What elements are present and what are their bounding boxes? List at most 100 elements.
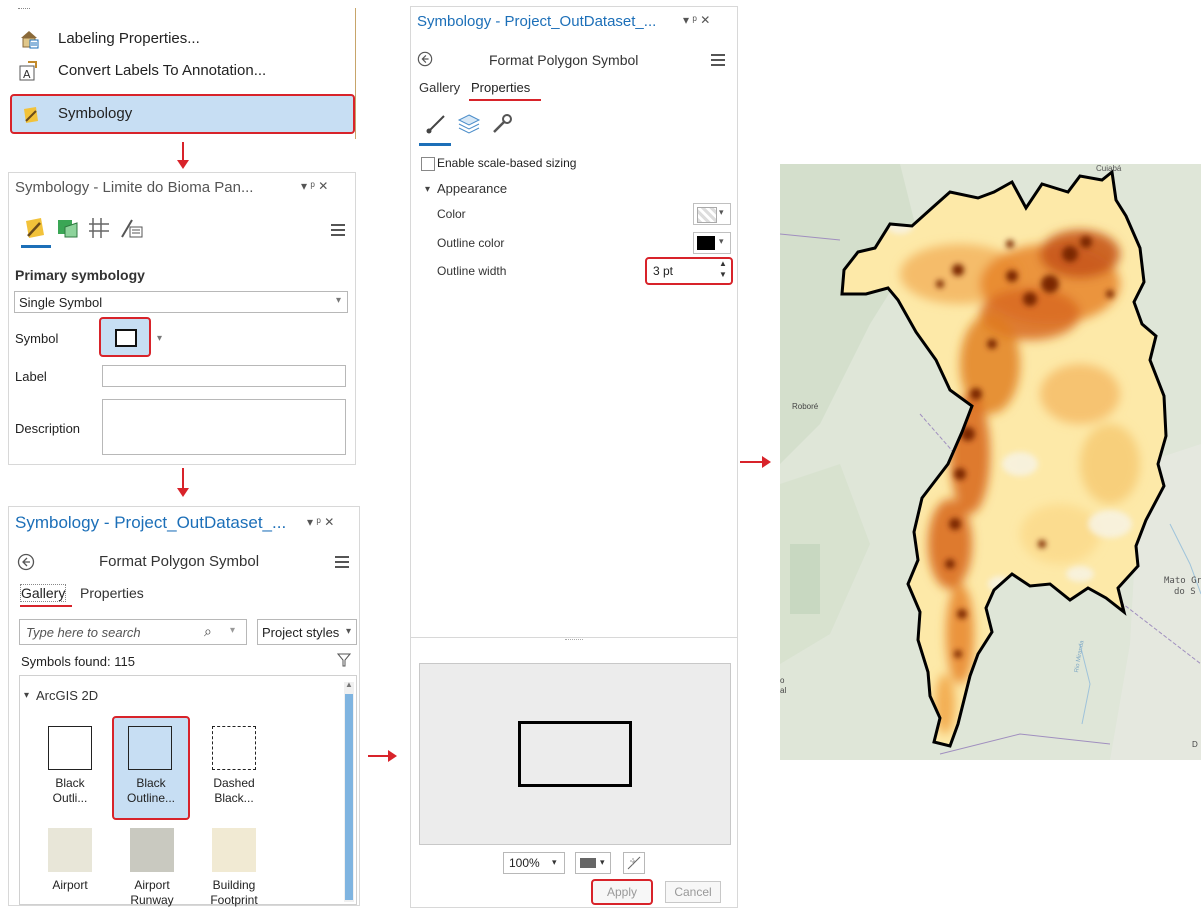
- outline-color-picker[interactable]: ▾: [693, 232, 731, 254]
- symbol-item[interactable]: Dashed Black...: [198, 724, 278, 814]
- primary-symbology-tab-icon[interactable]: [23, 215, 49, 241]
- pane-title: Symbology - Limite do Bioma Pan...: [15, 179, 254, 196]
- label-class-icon[interactable]: [87, 215, 113, 241]
- cancel-button-label: Cancel: [674, 885, 712, 899]
- toggle-grid-button[interactable]: [623, 852, 645, 874]
- flow-arrow-4: [740, 461, 764, 463]
- pane-title: Symbology - Project_OutDataset_...: [417, 13, 657, 30]
- hamburger-menu-icon[interactable]: [331, 221, 345, 239]
- color-picker[interactable]: ▾: [693, 203, 731, 225]
- terrain-patch: [790, 544, 820, 614]
- symbology-brush-icon: [24, 107, 38, 123]
- tab-properties[interactable]: Properties: [80, 585, 144, 601]
- chevron-down-icon[interactable]: ▾: [157, 333, 162, 344]
- symbol-item[interactable]: Building Footprint: [198, 826, 278, 907]
- edge-label: al: [780, 686, 787, 695]
- map-canvas: [780, 164, 1201, 760]
- symbol-item[interactable]: Airport Runway: [116, 826, 196, 907]
- renderer-dropdown[interactable]: Single Symbol ▾: [14, 291, 348, 313]
- chevron-down-icon: ▾: [719, 236, 724, 246]
- hamburger-menu-icon[interactable]: [711, 51, 725, 69]
- context-menu-item-symbology[interactable]: Symbology: [10, 94, 355, 134]
- symbol-preview: [130, 828, 174, 872]
- tab-properties-underline: [469, 99, 541, 101]
- symbol-label: Footprint: [210, 893, 258, 907]
- renderer-dropdown-value: Single Symbol: [19, 295, 103, 310]
- back-arrow-icon[interactable]: [417, 51, 433, 67]
- tab-properties[interactable]: Properties: [471, 80, 530, 95]
- labeling-properties-icon: [21, 31, 39, 49]
- zoom-dropdown[interactable]: 100% ▾: [503, 852, 565, 874]
- legend-icon[interactable]: [119, 215, 145, 241]
- context-menu-item-label: Convert Labels To Annotation...: [58, 62, 267, 79]
- description-field-label: Description: [15, 421, 81, 436]
- pane-title-controls[interactable]: ▾ ᵖ ✕: [307, 515, 334, 529]
- chevron-down-icon[interactable]: ▾: [425, 184, 430, 195]
- context-menu-item-labeling[interactable]: Labeling Properties...: [8, 24, 348, 54]
- color-label: Color: [437, 207, 466, 221]
- layers-icon[interactable]: [457, 113, 481, 135]
- flow-arrow-1-head: [177, 160, 189, 169]
- cancel-button[interactable]: Cancel: [665, 881, 721, 903]
- scroll-up-icon[interactable]: ▲: [345, 680, 353, 689]
- context-menu-item-label: Symbology: [58, 105, 133, 122]
- symbol-item[interactable]: Airport: [34, 826, 114, 906]
- search-placeholder: Type here to search: [26, 625, 141, 640]
- enable-scale-checkbox[interactable]: [421, 157, 435, 171]
- symbol-label: Black: [55, 776, 85, 790]
- tab-gallery[interactable]: Gallery: [419, 80, 460, 95]
- edge-label: D: [1192, 740, 1198, 749]
- tab-gallery[interactable]: Gallery: [19, 584, 67, 602]
- paintbrush-icon[interactable]: [425, 113, 447, 135]
- apply-button[interactable]: Apply: [591, 879, 653, 905]
- symbol-label: Black: [136, 776, 166, 790]
- symbol-item[interactable]: Black Outli...: [34, 724, 114, 814]
- splitter[interactable]: [411, 637, 737, 638]
- label-input[interactable]: [102, 365, 346, 387]
- hamburger-menu-icon[interactable]: [335, 553, 349, 571]
- gallery-scrollbar[interactable]: ▲: [344, 680, 354, 902]
- description-input[interactable]: [102, 399, 346, 455]
- spinner-icon[interactable]: ▲ ▼: [719, 258, 727, 280]
- map-view[interactable]: Cuiabá Roboré Mato Gr do S Rio Miranda o…: [780, 164, 1201, 760]
- scrollbar-thumb[interactable]: [345, 694, 353, 900]
- active-tab-underline: [419, 143, 451, 146]
- context-menu-top-mark: [18, 8, 30, 12]
- symbol-preview: [128, 726, 172, 770]
- styles-dropdown[interactable]: Project styles ▾: [257, 619, 357, 645]
- label-field-label: Label: [15, 369, 47, 384]
- background-swatch: [580, 858, 596, 868]
- symbol-preview-area: [419, 663, 731, 845]
- symbol-preview: [212, 726, 256, 770]
- outline-width-label: Outline width: [437, 264, 507, 278]
- symbol-label: Airport: [52, 878, 88, 892]
- chevron-down-icon: ▾: [719, 207, 724, 217]
- symbol-label: Symbol: [15, 331, 59, 346]
- pane-title-controls[interactable]: ▾ ᵖ ✕: [301, 179, 328, 193]
- no-color-swatch: [697, 207, 717, 223]
- chevron-down-icon: ▾: [552, 857, 557, 867]
- convert-annotation-icon: A: [19, 61, 37, 81]
- filter-icon[interactable]: [337, 653, 351, 667]
- outline-width-input[interactable]: 3 pt ▲ ▼: [645, 257, 733, 285]
- search-input[interactable]: Type here to search ⌕ ▾: [19, 619, 247, 645]
- symbol-swatch-button[interactable]: [99, 317, 151, 357]
- preview-polygon: [518, 721, 632, 787]
- background-color-dropdown[interactable]: ▾: [575, 852, 611, 874]
- place-label-cuiaba: Cuiabá: [1096, 164, 1122, 173]
- context-menu-item-convert[interactable]: A Convert Labels To Annotation...: [8, 56, 348, 86]
- chevron-down-icon: ▾: [346, 626, 352, 637]
- symbol-preview: [48, 726, 92, 770]
- context-menu: Labeling Properties... A Convert Labels …: [8, 8, 356, 139]
- symbol-item-selected[interactable]: Black Outline...: [112, 716, 190, 820]
- symbol-label: Black...: [214, 791, 254, 805]
- active-tab-underline: [21, 245, 51, 248]
- wrench-icon[interactable]: [491, 113, 513, 135]
- pane-title-controls[interactable]: ▾ ᵖ ✕: [683, 13, 710, 27]
- group-chevron-icon[interactable]: ▾: [24, 690, 29, 701]
- back-arrow-icon[interactable]: [17, 553, 35, 571]
- vary-symbology-icon[interactable]: [55, 215, 81, 241]
- symbol-group-label: ArcGIS 2D: [36, 688, 99, 703]
- symbol-label: Outli...: [52, 791, 88, 805]
- splitter-grip[interactable]: [565, 639, 583, 644]
